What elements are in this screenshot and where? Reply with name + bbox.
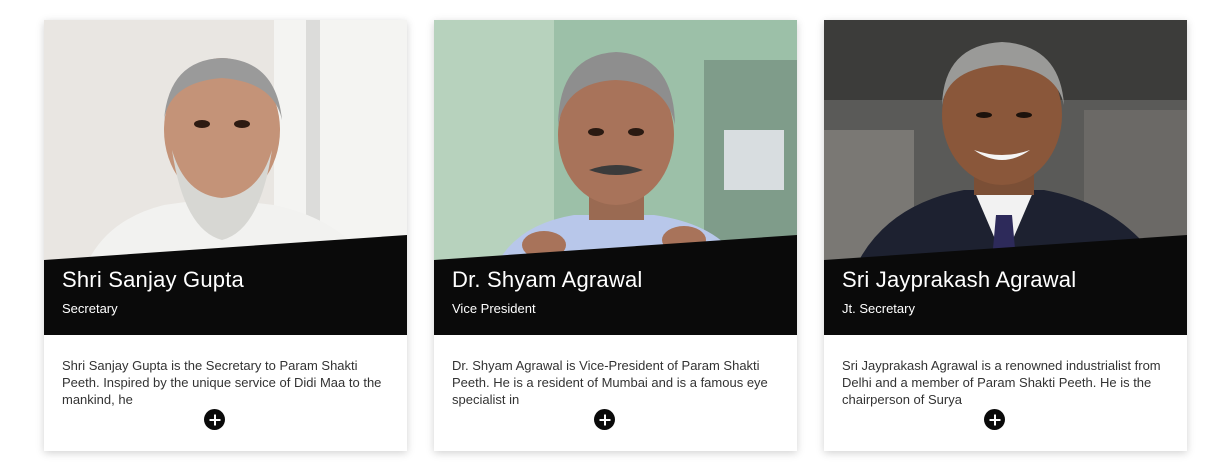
person-bio: Shri Sanjay Gupta is the Secretary to Pa… — [62, 358, 382, 407]
person-name: Dr. Shyam Agrawal — [452, 267, 643, 292]
person-bio: Dr. Shyam Agrawal is Vice-President of P… — [452, 358, 768, 407]
person-name: Sri Jayprakash Agrawal — [842, 267, 1077, 292]
expand-plus-icon[interactable] — [984, 409, 1005, 430]
portrait-photo — [44, 20, 407, 270]
expand-plus-icon[interactable] — [594, 409, 615, 430]
person-role: Jt. Secretary — [842, 301, 915, 316]
expand-plus-icon[interactable] — [204, 409, 225, 430]
person-name: Shri Sanjay Gupta — [62, 267, 244, 292]
person-role: Secretary — [62, 301, 118, 316]
team-cards-row: Shri Sanjay Gupta Secretary Shri Sanjay … — [0, 0, 1225, 470]
team-member-card: Shri Sanjay Gupta Secretary Shri Sanjay … — [44, 20, 407, 451]
team-member-card: Sri Jayprakash Agrawal Jt. Secretary Sri… — [824, 20, 1187, 451]
portrait-photo — [434, 20, 797, 270]
person-role: Vice President — [452, 301, 536, 316]
team-member-card: Dr. Shyam Agrawal Vice President Dr. Shy… — [434, 20, 797, 451]
portrait-photo — [824, 20, 1187, 270]
person-bio: Sri Jayprakash Agrawal is a renowned ind… — [842, 358, 1161, 407]
